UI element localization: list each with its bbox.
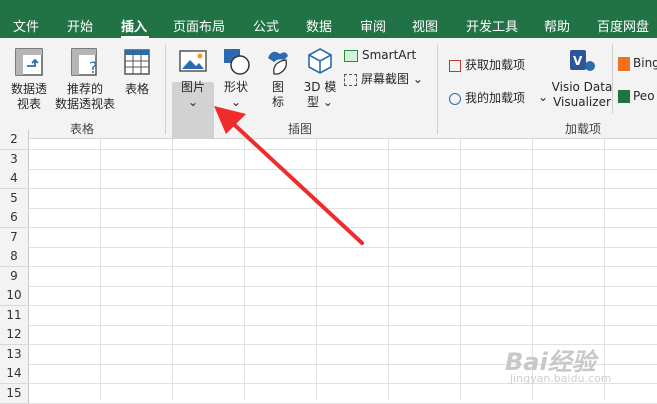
annotation-arrow [214, 106, 364, 245]
watermark-url: jingyan.baidu.com [510, 372, 612, 385]
arrow-shaft [224, 115, 364, 245]
row-gridline [29, 402, 657, 404]
